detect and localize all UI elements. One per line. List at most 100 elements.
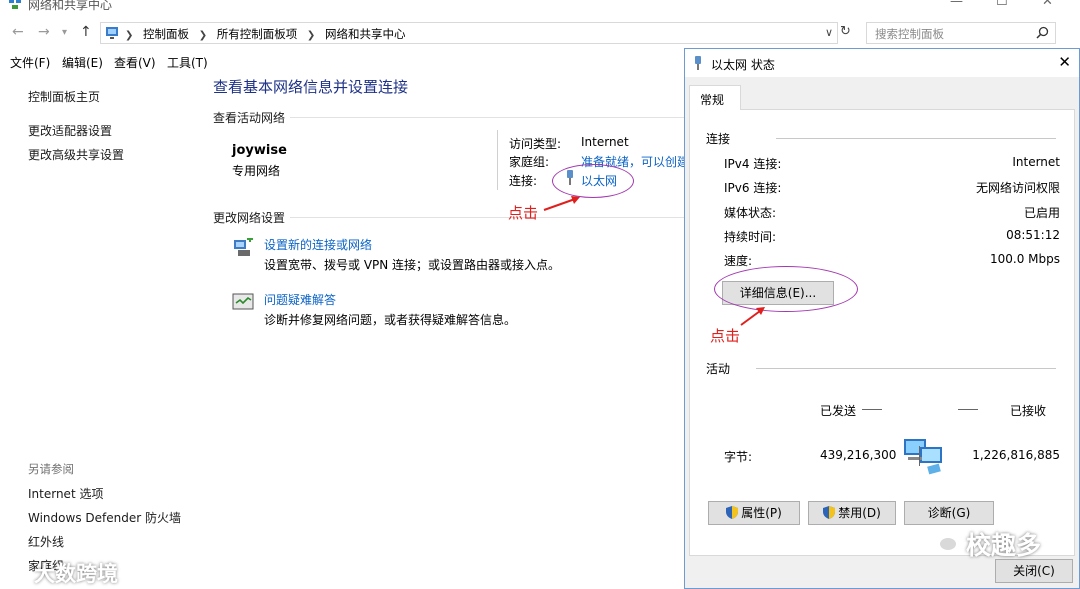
disable-button-label: 禁用(D)	[838, 506, 881, 520]
network-computers-icon	[904, 439, 942, 475]
ethernet-icon	[695, 56, 701, 70]
search-placeholder: 搜索控制面板	[875, 27, 944, 41]
menu-file[interactable]: 文件(F)	[10, 54, 50, 71]
received-label: 已接收	[1010, 404, 1047, 418]
network-type: 专用网络	[232, 164, 281, 178]
address-chevron-down-icon[interactable]: ∨	[825, 26, 833, 39]
up-arrow-icon[interactable]: ↑	[80, 24, 92, 40]
watermark-text: 大数跨境	[34, 562, 118, 586]
breadcrumb-all-items[interactable]: 所有控制面板项	[217, 27, 298, 41]
properties-button[interactable]: 属性(P)	[708, 501, 800, 525]
search-icon[interactable]	[1036, 26, 1049, 39]
back-arrow-icon[interactable]: ←	[12, 24, 24, 40]
sidebar: 控制面板主页 更改适配器设置 更改高级共享设置 另请参阅 Internet 选项…	[0, 72, 200, 589]
maximize-button[interactable]: ☐	[996, 0, 1008, 9]
network-name: joywise	[232, 143, 287, 158]
media-state-label: 媒体状态:	[724, 206, 777, 220]
new-connection-link[interactable]: 设置新的连接或网络	[264, 236, 372, 253]
page-title: 查看基本网络信息并设置连接	[213, 78, 409, 96]
bytes-label: 字节:	[724, 450, 753, 464]
breadcrumb: ❯ 控制面板 ❯ 所有控制面板项 ❯ 网络和共享中心	[125, 26, 411, 42]
address-toolbar: ← → ▾ ↑ ❯ 控制面板 ❯ 所有控制面板项 ❯ 网络和共享中心 ∨ ↻ 搜…	[0, 20, 1080, 46]
logo-icon	[9, 559, 29, 579]
breadcrumb-separator-icon: ❯	[306, 30, 316, 41]
media-state-value: 已启用	[1023, 206, 1060, 220]
sidebar-item-infrared[interactable]: 红外线	[28, 533, 64, 550]
sent-label: 已发送	[820, 404, 857, 418]
forward-arrow-icon[interactable]: →	[38, 24, 50, 40]
arrow-annotation-icon	[740, 307, 765, 326]
ipv4-label: IPv4 连接:	[724, 157, 782, 171]
speed-label: 速度:	[724, 254, 753, 268]
change-settings-heading: 更改网络设置	[213, 211, 286, 225]
sidebar-item-defender-firewall[interactable]: Windows Defender 防火墙	[28, 509, 181, 526]
divider	[497, 130, 498, 190]
close-window-button[interactable]: ✕	[1042, 0, 1053, 9]
close-icon[interactable]: ✕	[1058, 53, 1071, 71]
network-sharing-center-window: 网络和共享中心 — ☐ ✕ ← → ▾ ↑ ❯ 控制面板 ❯ 所有控制面板项 ❯…	[0, 0, 1080, 589]
activity-group-label: 活动	[706, 362, 731, 376]
see-also-heading: 另请参阅	[28, 462, 74, 476]
general-panel: 连接 IPv4 连接: Internet IPv6 连接: 无网络访问权限 媒体…	[689, 109, 1075, 556]
breadcrumb-control-panel[interactable]: 控制面板	[143, 27, 189, 41]
click-annotation: 点击	[710, 327, 741, 345]
troubleshoot-link[interactable]: 问题疑难解答	[264, 291, 336, 308]
recent-chevron-down-icon[interactable]: ▾	[62, 27, 67, 38]
dialog-title-bar: 以太网 状态 ✕	[685, 49, 1079, 77]
disable-button[interactable]: 禁用(D)	[808, 501, 896, 525]
menu-tools[interactable]: 工具(T)	[167, 54, 208, 71]
refresh-icon[interactable]: ↻	[840, 24, 851, 39]
shield-icon	[823, 506, 836, 519]
speed-value: 100.0 Mbps	[989, 252, 1060, 266]
new-connection-icon	[234, 238, 253, 256]
breadcrumb-separator-icon: ❯	[198, 30, 208, 41]
breadcrumb-network-center[interactable]: 网络和共享中心	[325, 27, 406, 41]
address-bar[interactable]: ❯ 控制面板 ❯ 所有控制面板项 ❯ 网络和共享中心 ∨	[100, 22, 838, 44]
arrow-annotation-icon	[543, 196, 580, 211]
properties-button-label: 属性(P)	[741, 506, 782, 520]
title-bar: 网络和共享中心 — ☐ ✕	[0, 0, 1080, 14]
divider	[290, 217, 684, 218]
highlight-ellipse	[714, 266, 858, 312]
click-annotation: 点击	[508, 204, 539, 222]
troubleshoot-description: 诊断并修复网络问题，或者获得疑难解答信息。	[264, 313, 517, 327]
breadcrumb-separator-icon: ❯	[125, 30, 134, 41]
access-type-value: Internet	[581, 135, 629, 149]
connection-group-label: 连接	[706, 132, 731, 146]
dialog-title: 以太网 状态	[711, 58, 775, 72]
sidebar-item-internet-options[interactable]: Internet 选项	[28, 485, 103, 502]
connection-label: 连接:	[509, 174, 538, 188]
tab-general-label: 常规	[700, 93, 725, 107]
troubleshoot-icon	[232, 293, 254, 310]
homegroup-label: 家庭组:	[509, 155, 550, 169]
bytes-received-value: 1,226,816,885	[972, 448, 1060, 462]
main-content: 查看基本网络信息并设置连接 查看活动网络 joywise 专用网络 访问类型: …	[210, 72, 684, 589]
control-panel-icon	[106, 27, 118, 39]
search-input[interactable]: 搜索控制面板	[866, 22, 1056, 44]
minimize-button[interactable]: —	[950, 0, 963, 9]
menu-view[interactable]: 查看(V)	[114, 54, 156, 71]
divider	[919, 446, 920, 466]
tab-general[interactable]: 常规	[689, 85, 741, 110]
menu-bar: 文件(F) 编辑(E) 查看(V) 工具(T)	[0, 52, 684, 72]
watermark-text: 校趣多	[966, 531, 1042, 560]
divider	[958, 409, 978, 410]
active-networks-heading: 查看活动网络	[213, 111, 286, 125]
sidebar-item-advanced-sharing[interactable]: 更改高级共享设置	[28, 146, 124, 163]
menu-edit[interactable]: 编辑(E)	[62, 54, 103, 71]
sidebar-item-adapter-settings[interactable]: 更改适配器设置	[28, 122, 112, 139]
sidebar-item-control-panel-home[interactable]: 控制面板主页	[28, 88, 100, 105]
divider	[776, 138, 1056, 139]
diagnose-button[interactable]: 诊断(G)	[904, 501, 994, 525]
ipv6-label: IPv6 连接:	[724, 181, 782, 195]
window-title: 网络和共享中心	[28, 0, 113, 12]
ipv6-value: 无网络访问权限	[975, 181, 1060, 195]
duration-label: 持续时间:	[724, 230, 777, 244]
divider	[862, 409, 882, 410]
new-connection-description: 设置宽带、拨号或 VPN 连接；或设置路由器或接入点。	[264, 258, 561, 272]
network-center-icon	[9, 0, 21, 9]
wechat-logo-icon	[927, 529, 958, 552]
access-type-label: 访问类型:	[509, 137, 562, 151]
close-button[interactable]: 关闭(C)	[995, 559, 1073, 583]
ipv4-value: Internet	[1012, 155, 1060, 169]
